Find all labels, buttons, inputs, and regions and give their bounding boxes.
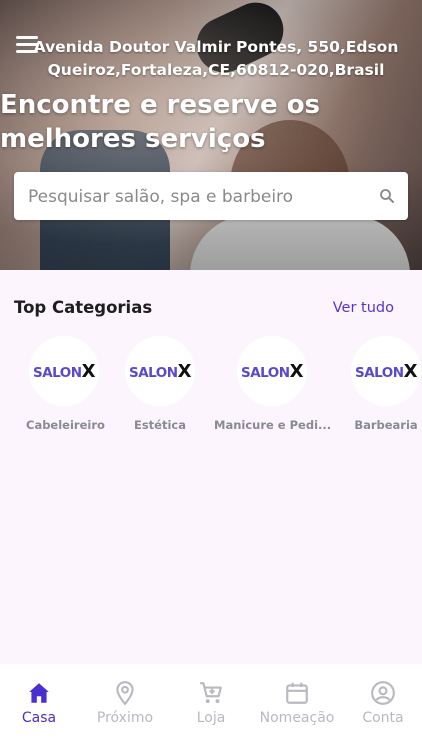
tab-loja[interactable]: Loja (176, 664, 246, 750)
category-label: Cabeleireiro (26, 418, 105, 432)
category-item-barbearia[interactable]: SALONX Barbearia (346, 336, 422, 432)
search-icon[interactable] (378, 187, 396, 205)
tab-casa[interactable]: Casa (0, 664, 78, 750)
category-logo: SALONX (29, 336, 99, 406)
category-logo: SALONX (125, 336, 195, 406)
see-all-link[interactable]: Ver tudo (333, 300, 394, 316)
tab-label: Nomeação (259, 710, 335, 726)
hamburger-menu-icon[interactable] (16, 36, 38, 54)
calendar-icon (286, 682, 308, 704)
bottom-tab-bar: Casa Próximo Loja Nomeação Conta (0, 664, 422, 750)
cart-icon (200, 682, 222, 704)
tab-label: Próximo (96, 710, 154, 726)
tab-label: Loja (196, 710, 226, 726)
tab-label: Conta (362, 710, 404, 726)
category-item-manicure[interactable]: SALONX Manicure e Pedi... (214, 336, 332, 432)
category-label: Estética (133, 418, 186, 432)
current-address[interactable]: Avenida Doutor Valmir Pontes, 550,Edson … (26, 36, 406, 82)
hero-headline: Encontre e reserve os melhores serviços (0, 90, 321, 154)
account-icon (371, 681, 395, 705)
category-label: Manicure e Pedi... (214, 418, 332, 432)
categories-title: Top Categorias (14, 298, 153, 317)
tab-conta[interactable]: Conta (350, 664, 416, 750)
category-item-estetica[interactable]: SALONX Estética (122, 336, 198, 432)
search-bar[interactable] (14, 172, 408, 222)
tab-proximo[interactable]: Próximo (84, 664, 166, 750)
category-logo: SALONX (237, 336, 307, 406)
home-icon (29, 683, 49, 703)
category-logo: SALONX (351, 336, 421, 406)
category-item-cabeleireiro[interactable]: SALONX Cabeleireiro (26, 336, 105, 432)
location-pin-icon (116, 681, 134, 706)
tab-label: Casa (21, 710, 57, 726)
search-input[interactable] (26, 172, 370, 222)
tab-nomeacao[interactable]: Nomeação (254, 664, 340, 750)
category-label: Barbearia (354, 418, 418, 432)
